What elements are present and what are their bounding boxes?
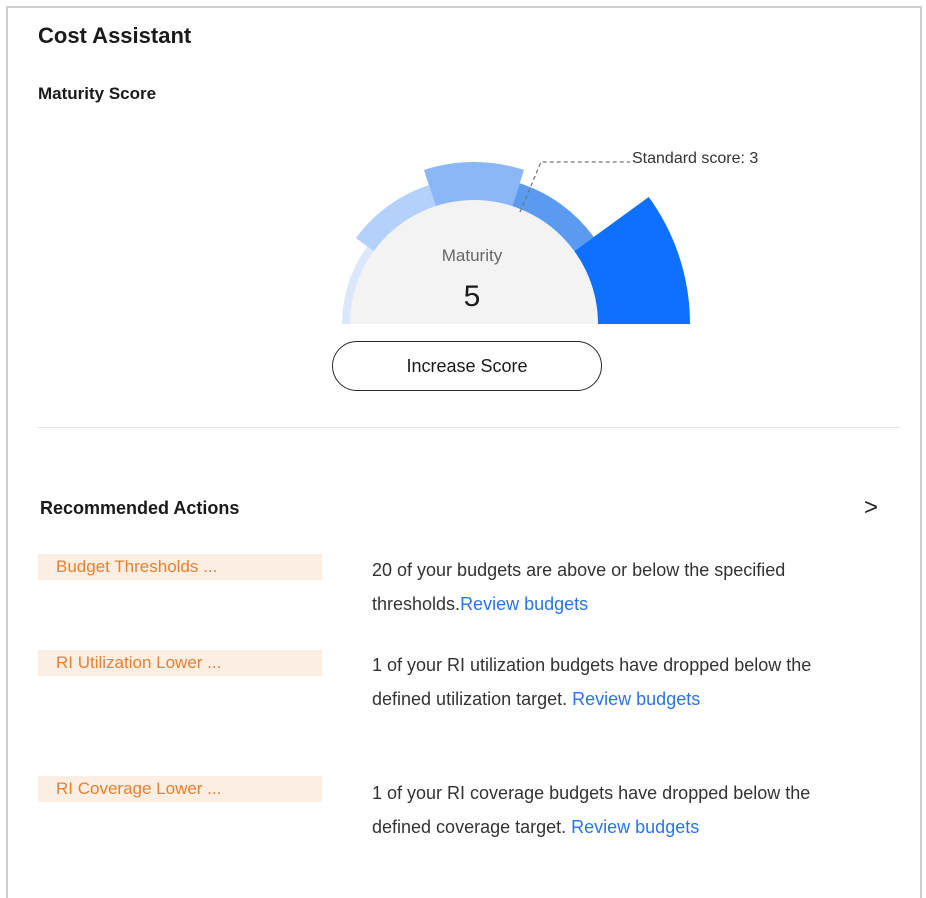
cost-assistant-card xyxy=(6,6,922,898)
standard-score-label: Standard score: 3 xyxy=(632,150,759,167)
maturity-score-heading: Maturity Score xyxy=(38,84,157,103)
gauge-caption: Maturity xyxy=(441,246,503,265)
action-description-budget-thresholds: 20 of your budgets are above or below th… xyxy=(372,553,872,621)
action-tag-budget-thresholds: Budget Thresholds ... xyxy=(38,554,322,580)
review-budgets-link[interactable]: Review budgets xyxy=(571,817,699,837)
action-tag-ri-utilization: RI Utilization Lower ... xyxy=(38,650,322,676)
review-budgets-link[interactable]: Review budgets xyxy=(460,594,588,614)
card-title: Cost Assistant xyxy=(38,23,192,48)
chevron-right-icon[interactable]: > xyxy=(864,494,878,522)
section-divider xyxy=(38,427,900,428)
increase-score-button[interactable]: Increase Score xyxy=(332,341,602,391)
action-description-ri-utilization: 1 of your RI utilization budgets have dr… xyxy=(372,648,872,716)
review-budgets-link[interactable]: Review budgets xyxy=(572,689,700,709)
action-tag-ri-coverage: RI Coverage Lower ... xyxy=(38,776,322,802)
action-description-ri-coverage: 1 of your RI coverage budgets have dropp… xyxy=(372,776,872,844)
recommended-actions-heading: Recommended Actions xyxy=(40,498,240,518)
gauge-value: 5 xyxy=(463,280,481,313)
